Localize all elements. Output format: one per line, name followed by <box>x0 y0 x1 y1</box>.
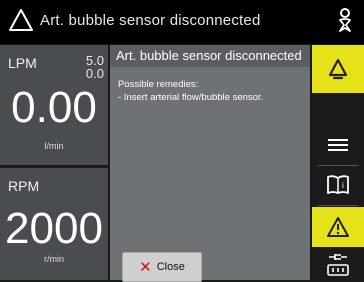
rpm-panel[interactable]: RPM 2000 r/min <box>0 168 108 280</box>
dialog-body: Possible remedies: - Insert arterial flo… <box>118 78 306 104</box>
lpm-panel[interactable]: LPM 5.0 0.0 0.00 l/min <box>0 45 108 165</box>
remedies-heading: Possible remedies: <box>118 79 199 90</box>
lpm-lower-limit: 0.0 <box>85 66 104 81</box>
power-status[interactable] <box>312 250 364 280</box>
dialog-title: Art. bubble sensor disconnected <box>110 45 310 67</box>
close-icon: ✕ <box>139 258 152 276</box>
user-icon[interactable] <box>336 7 354 33</box>
warning-triangle-icon <box>9 9 33 31</box>
warning-icon <box>327 217 349 237</box>
alarm-bell-icon <box>328 58 348 80</box>
svg-text:i: i <box>342 181 344 190</box>
close-button-label: Close <box>156 261 185 273</box>
alarm-header-bar: Art. bubble sensor disconnected <box>0 0 364 44</box>
rpm-label: RPM <box>8 178 40 194</box>
power-battery-icon <box>327 254 349 276</box>
rpm-unit: r/min <box>44 254 64 264</box>
manual-button[interactable]: i <box>312 165 364 205</box>
alarm-dialog: Art. bubble sensor disconnected Possible… <box>110 45 310 282</box>
menu-button[interactable] <box>312 125 364 165</box>
lpm-unit: l/min <box>44 141 64 151</box>
rpm-value: 2000 <box>5 204 103 253</box>
close-button[interactable]: ✕ Close <box>122 252 202 282</box>
alarm-bell-button[interactable] <box>312 45 364 93</box>
lpm-value: 0.00 <box>11 83 97 132</box>
lpm-label: LPM <box>8 55 37 71</box>
right-sidebar: i <box>312 45 364 280</box>
sidebar-divider <box>318 205 358 206</box>
menu-icon <box>328 139 348 151</box>
remedy-item: - Insert arterial flow/bubble sensor. <box>118 92 264 103</box>
alarm-list-button[interactable] <box>312 207 364 247</box>
manual-book-icon: i <box>327 175 349 194</box>
header-title: Art. bubble sensor disconnected <box>40 12 261 29</box>
